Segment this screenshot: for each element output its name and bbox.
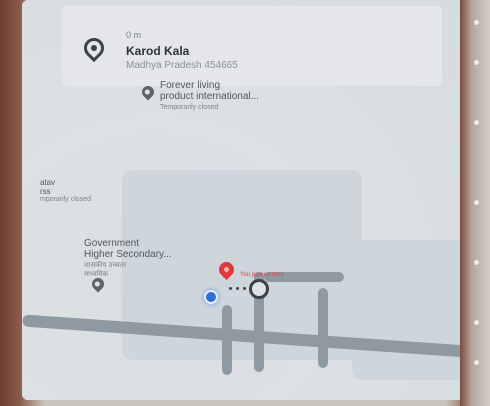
- case-hole: [474, 200, 479, 205]
- case-hole: [474, 360, 479, 365]
- poi-name[interactable]: atav rss: [40, 178, 55, 196]
- map-screen: 0 m Karod Kala Madhya Pradesh 454665 For…: [22, 0, 468, 400]
- place-distance: 0 m: [126, 30, 142, 40]
- poi-status: mporarily closed: [40, 196, 91, 203]
- place-card[interactable]: [62, 6, 442, 86]
- case-hole: [474, 60, 479, 65]
- case-hole: [474, 120, 479, 125]
- place-title: Karod Kala: [126, 44, 190, 58]
- parked-label: You parked here: [240, 272, 284, 278]
- case-hole: [474, 20, 479, 25]
- trail-dot: [236, 287, 239, 290]
- poi-name[interactable]: Forever living product international...: [160, 80, 259, 102]
- poi-status: Temporarily closed: [160, 104, 219, 111]
- case-hole: [474, 320, 479, 325]
- destination-ring-icon: [249, 279, 269, 299]
- road: [318, 288, 328, 368]
- current-location-icon[interactable]: [204, 290, 218, 304]
- trail-dot: [229, 287, 232, 290]
- road: [222, 305, 232, 375]
- place-address: Madhya Pradesh 454665: [126, 60, 238, 71]
- case-hole: [474, 260, 479, 265]
- trail-dot: [243, 287, 246, 290]
- map-block: [352, 240, 468, 380]
- poi-subtitle: शासकीय उच्चतर माध्यमिक: [84, 262, 127, 278]
- poi-name[interactable]: Government Higher Secondary...: [84, 238, 172, 260]
